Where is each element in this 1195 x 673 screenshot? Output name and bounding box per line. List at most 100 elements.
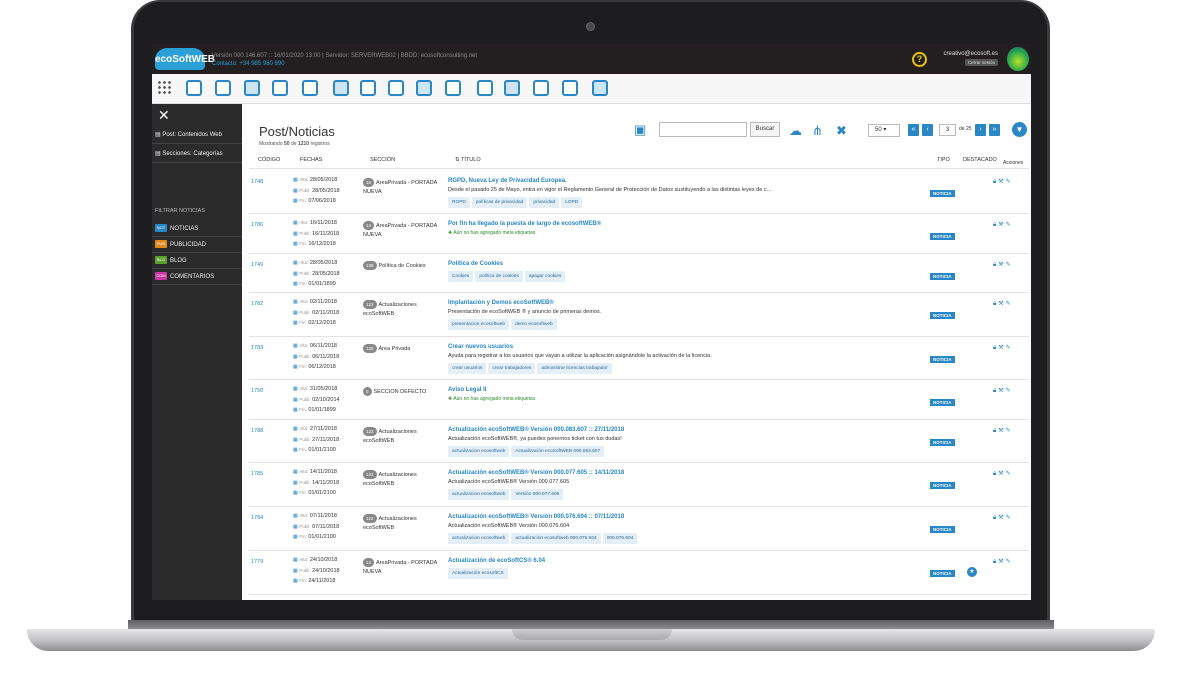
post-title-link[interactable]: Política de Cookies: [448, 260, 908, 269]
meta-tag[interactable]: actualizacion ecosoftweb 000.076.604: [511, 533, 601, 544]
post-title-link[interactable]: Crear nuevos usuarios: [448, 343, 908, 352]
meta-tag[interactable]: Actualización ecoSoftWEB 000.083.607: [511, 446, 605, 457]
dashboard-icon[interactable]: [533, 80, 549, 96]
meta-tag[interactable]: actualizacion ecosoftweb: [448, 533, 510, 544]
contacts-icon[interactable]: [333, 80, 349, 96]
edit-icon[interactable]: ✎: [1006, 179, 1013, 185]
post-title-link[interactable]: RGPD, Nueva Ley de Privacidad Europea.: [448, 177, 908, 186]
row-code[interactable]: 1788: [251, 428, 263, 434]
wrench-icon[interactable]: ⚒: [998, 345, 1005, 351]
post-title-link[interactable]: Implantación y Demos ecoSoftWEB®: [448, 299, 908, 308]
wrench-icon[interactable]: ⚒: [998, 301, 1005, 307]
close-icon[interactable]: ✕: [158, 108, 170, 122]
calendar-check-icon[interactable]: [388, 80, 404, 96]
edit-icon[interactable]: ✎: [1006, 301, 1013, 307]
edit-icon[interactable]: ✎: [1006, 515, 1013, 521]
first-page-button[interactable]: «: [908, 124, 919, 136]
edit-icon[interactable]: ✎: [1006, 388, 1013, 394]
row-code[interactable]: 1779: [251, 559, 263, 565]
featured-star-icon[interactable]: ★: [967, 567, 977, 577]
filter-noticias[interactable]: NOT NOTICIAS: [152, 221, 242, 237]
meta-tag[interactable]: LOPD: [561, 197, 583, 208]
new-post-icon[interactable]: ▣: [634, 123, 646, 136]
page-input[interactable]: 3: [939, 124, 956, 136]
col-title[interactable]: ⇅ TÍTULO: [455, 157, 481, 163]
meta-tag[interactable]: demo ecosoftweb: [511, 319, 557, 330]
edit-icon[interactable]: ✎: [1006, 471, 1013, 477]
edit-icon[interactable]: ✎: [1006, 345, 1013, 351]
users-icon[interactable]: [416, 80, 432, 96]
meta-tag[interactable]: políticas de privacidad: [471, 197, 528, 208]
meta-tag[interactable]: crear usuarios: [448, 363, 487, 374]
post-title-link[interactable]: Actualización de ecoSoftCS® 6.04: [448, 557, 908, 566]
meta-tag[interactable]: Actualización ecosoftCS: [448, 568, 508, 579]
row-code[interactable]: 1784: [251, 515, 263, 521]
calendar-icon[interactable]: [504, 80, 520, 96]
monitor-icon[interactable]: [186, 80, 202, 96]
archive-icon[interactable]: [477, 80, 493, 96]
search-input[interactable]: [659, 122, 747, 137]
wrench-icon[interactable]: ⚒: [998, 179, 1005, 185]
meta-tag[interactable]: RGPD: [448, 197, 470, 208]
col-dates[interactable]: FECHAS: [300, 157, 322, 163]
wrench-icon[interactable]: ⚒: [998, 388, 1005, 394]
filter-comentarios[interactable]: COM COMENTARIOS: [152, 269, 242, 285]
tasks-icon[interactable]: [215, 80, 231, 96]
hierarchy-icon[interactable]: ⋔: [812, 124, 823, 137]
col-featured[interactable]: DESTACADO: [963, 157, 997, 163]
meta-tag[interactable]: Versión 000.077.605: [511, 489, 564, 500]
meta-tag[interactable]: privacidad: [529, 197, 560, 208]
meta-tag[interactable]: apagar cookies: [524, 271, 566, 282]
wrench-icon[interactable]: ⚒: [998, 471, 1005, 477]
post-title-link[interactable]: Actualización ecoSoftWEB® Versión 000.07…: [448, 469, 908, 478]
avatar[interactable]: [1007, 47, 1029, 71]
search-button[interactable]: Buscar: [750, 122, 780, 137]
wrench-icon[interactable]: ⚒: [998, 515, 1005, 521]
edit-icon[interactable]: ✎: [1006, 222, 1013, 228]
address-book-icon[interactable]: [360, 80, 376, 96]
edit-icon[interactable]: ✎: [1006, 559, 1013, 565]
network-users-icon[interactable]: [592, 80, 608, 96]
post-title-link[interactable]: Aviso Legal II: [448, 386, 908, 395]
post-title-link[interactable]: Actualización ecoSoftWEB® Versión 000.08…: [448, 426, 908, 435]
per-page-select[interactable]: 50 ▾: [868, 124, 900, 137]
prev-page-button[interactable]: ‹: [922, 124, 933, 136]
meta-tag[interactable]: administrar licencias trabajador: [537, 363, 612, 374]
edit-icon[interactable]: ✎: [1006, 428, 1013, 434]
row-code[interactable]: 1748: [251, 179, 263, 185]
row-code[interactable]: 1749: [251, 262, 263, 268]
wrench-icon[interactable]: ⚒: [998, 559, 1005, 565]
row-code[interactable]: 1782: [251, 301, 263, 307]
filter-blog[interactable]: BLG BLOG: [152, 253, 242, 269]
meta-tag[interactable]: 000.076.604: [602, 533, 638, 544]
filter-publicidad[interactable]: PUB PUBLICIDAD: [152, 237, 242, 253]
help-icon[interactable]: ?: [912, 52, 927, 67]
last-page-button[interactable]: »: [989, 124, 1000, 136]
network-icon[interactable]: [562, 80, 578, 96]
col-code[interactable]: CÓDIGO: [258, 157, 280, 163]
meta-tag[interactable]: política de cookies: [475, 271, 523, 282]
post-title-link[interactable]: Por fin ha llegado la puesta de largo de…: [448, 220, 908, 229]
meta-tag[interactable]: presentacion ecosoftweb: [448, 319, 510, 330]
row-code[interactable]: 1785: [251, 471, 263, 477]
edit-icon[interactable]: ✎: [1006, 262, 1013, 268]
download-icon[interactable]: ▼: [1012, 122, 1027, 137]
package-icon[interactable]: [272, 80, 288, 96]
apps-grid-icon[interactable]: [157, 80, 173, 96]
meta-tag[interactable]: actualizacion ecosoftweb: [448, 446, 510, 457]
team-icon[interactable]: [445, 80, 461, 96]
cloud-sync-icon[interactable]: ☁: [789, 124, 802, 137]
meta-tag[interactable]: actualizacion ecosoftweb: [448, 489, 510, 500]
contact-line[interactable]: Contacto: +34 985 980 890: [212, 60, 477, 68]
col-type[interactable]: TIPO: [937, 157, 950, 163]
sidebar-item-posts[interactable]: ▤ Post: Contenidos Web: [152, 126, 242, 144]
sidebar-item-sections[interactable]: ▤ Secciones: Categorías: [152, 145, 242, 163]
app-logo[interactable]: ecoSoftWEB: [155, 48, 215, 70]
wrench-icon[interactable]: ⚒: [998, 428, 1005, 434]
wrench-icon[interactable]: ⚒: [998, 222, 1005, 228]
next-page-button[interactable]: ›: [975, 124, 986, 136]
col-section[interactable]: SECCIÓN: [370, 157, 395, 163]
logout-button[interactable]: Cerrar sesión: [964, 59, 998, 66]
wrench-icon[interactable]: ⚒: [998, 262, 1005, 268]
boxes-icon[interactable]: [244, 80, 260, 96]
